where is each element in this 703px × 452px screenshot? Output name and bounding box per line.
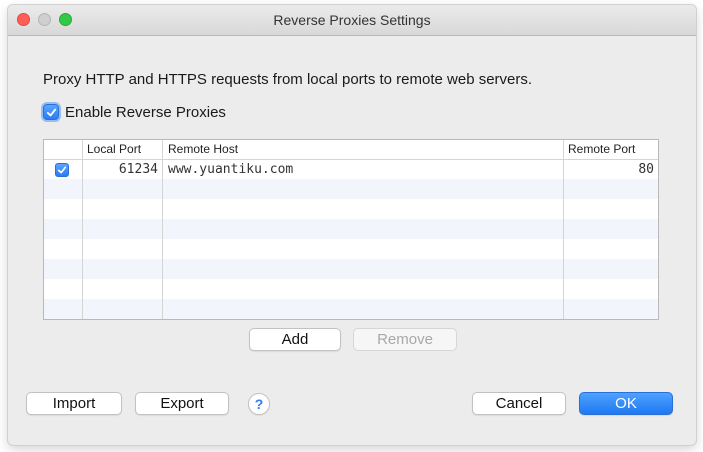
- cancel-button[interactable]: Cancel: [472, 392, 566, 415]
- proxies-table[interactable]: Local Port Remote Host Remote Port 61234…: [43, 139, 659, 320]
- column-divider: [82, 140, 83, 319]
- column-header-local-port[interactable]: Local Port: [87, 142, 141, 156]
- help-icon[interactable]: ?: [248, 393, 270, 415]
- table-row[interactable]: 61234 www.yuantiku.com 80: [44, 160, 658, 180]
- export-button[interactable]: Export: [135, 392, 229, 415]
- column-divider: [162, 140, 163, 319]
- table-row-empty: [44, 299, 658, 319]
- local-port-cell[interactable]: 61234: [119, 162, 158, 177]
- column-header-remote-host[interactable]: Remote Host: [168, 142, 238, 156]
- remote-host-cell[interactable]: www.yuantiku.com: [168, 162, 293, 177]
- description-text: Proxy HTTP and HTTPS requests from local…: [43, 71, 533, 88]
- add-button[interactable]: Add: [249, 328, 341, 351]
- table-header: Local Port Remote Host Remote Port: [44, 140, 658, 160]
- enable-reverse-proxies-checkbox[interactable]: Enable Reverse Proxies: [43, 103, 226, 121]
- import-button[interactable]: Import: [26, 392, 122, 415]
- window-title: Reverse Proxies Settings: [273, 12, 431, 28]
- settings-window: Reverse Proxies Settings Proxy HTTP and …: [8, 5, 696, 445]
- enable-reverse-proxies-label[interactable]: Enable Reverse Proxies: [65, 104, 226, 121]
- table-row-empty: [44, 259, 658, 279]
- remove-button[interactable]: Remove: [353, 328, 457, 351]
- row-enabled-checkbox[interactable]: [55, 163, 69, 177]
- title-bar: Reverse Proxies Settings: [8, 5, 696, 36]
- table-row-empty: [44, 219, 658, 239]
- ok-button[interactable]: OK: [579, 392, 673, 415]
- table-row-empty: [44, 179, 658, 199]
- column-divider: [563, 140, 564, 319]
- checkbox-checked-icon[interactable]: [43, 104, 59, 120]
- remote-port-cell[interactable]: 80: [638, 162, 654, 177]
- column-header-remote-port[interactable]: Remote Port: [568, 142, 635, 156]
